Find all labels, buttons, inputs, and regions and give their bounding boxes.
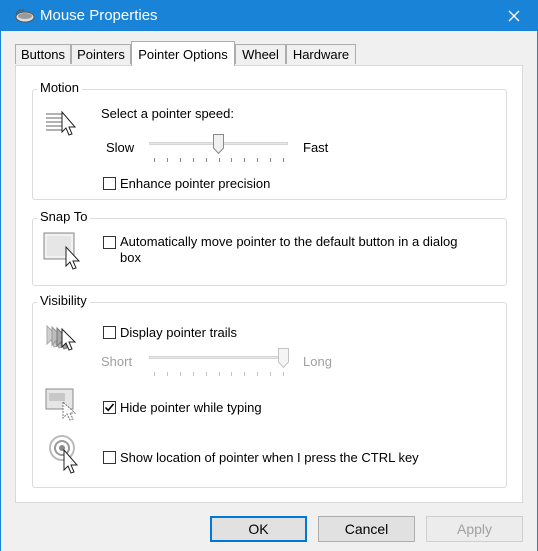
show-location-ctrl-checkbox[interactable] — [103, 451, 116, 464]
close-button[interactable] — [490, 0, 538, 31]
snap-to-group-label: Snap To — [37, 209, 91, 224]
window-title: Mouse Properties — [40, 7, 158, 24]
ok-button[interactable]: OK — [210, 516, 307, 542]
snap-to-default-label-line1: Automatically move pointer to the defaul… — [120, 234, 458, 249]
pointer-trails-icon — [46, 324, 77, 351]
apply-button[interactable]: Apply — [426, 516, 523, 542]
hide-pointer-icon — [45, 388, 77, 421]
tab-hardware[interactable]: Hardware — [286, 44, 356, 64]
tab-pointer-options[interactable]: Pointer Options — [131, 41, 235, 66]
checkmark-icon — [104, 403, 115, 412]
show-location-ctrl-label: Show location of pointer when I press th… — [120, 450, 419, 465]
pointer-speed-ticks — [154, 158, 284, 162]
pointer-speed-prompt: Select a pointer speed: — [101, 106, 234, 121]
cancel-button[interactable]: Cancel — [318, 516, 415, 542]
hide-pointer-label: Hide pointer while typing — [120, 400, 262, 415]
snap-to-default-checkbox[interactable] — [103, 236, 116, 249]
pointer-speed-icon — [46, 110, 77, 136]
pointer-options-panel: Motion Select a pointer speed: Slow Fast… — [15, 65, 523, 503]
hide-pointer-checkbox[interactable] — [103, 401, 116, 414]
trail-length-ticks — [154, 372, 284, 376]
snap-to-icon — [43, 232, 81, 270]
snap-to-default-label-line2: box — [120, 250, 141, 265]
enhance-precision-checkbox[interactable] — [103, 177, 116, 190]
tab-pointers[interactable]: Pointers — [71, 44, 131, 64]
visibility-group-label: Visibility — [37, 293, 90, 308]
mouse-app-icon — [15, 9, 35, 23]
pointer-trails-label: Display pointer trails — [120, 325, 238, 340]
snap-to-group — [32, 218, 507, 286]
slow-label: Slow — [106, 140, 135, 155]
motion-group-label: Motion — [37, 80, 83, 95]
long-label: Long — [303, 354, 332, 369]
pointer-speed-slider[interactable] — [213, 134, 224, 154]
trail-length-slider[interactable] — [277, 348, 289, 368]
pointer-trails-checkbox[interactable] — [103, 326, 116, 339]
window-border-left — [0, 31, 1, 551]
enhance-precision-label: Enhance pointer precision — [120, 176, 271, 191]
tab-wheel[interactable]: Wheel — [235, 44, 286, 64]
pointer-location-icon — [49, 435, 79, 474]
close-icon — [508, 10, 520, 21]
trail-length-track — [149, 356, 288, 359]
tab-buttons[interactable]: Buttons — [15, 44, 71, 64]
fast-label: Fast — [303, 140, 329, 155]
title-bar: Mouse Properties — [0, 0, 538, 31]
short-label: Short — [101, 354, 133, 369]
